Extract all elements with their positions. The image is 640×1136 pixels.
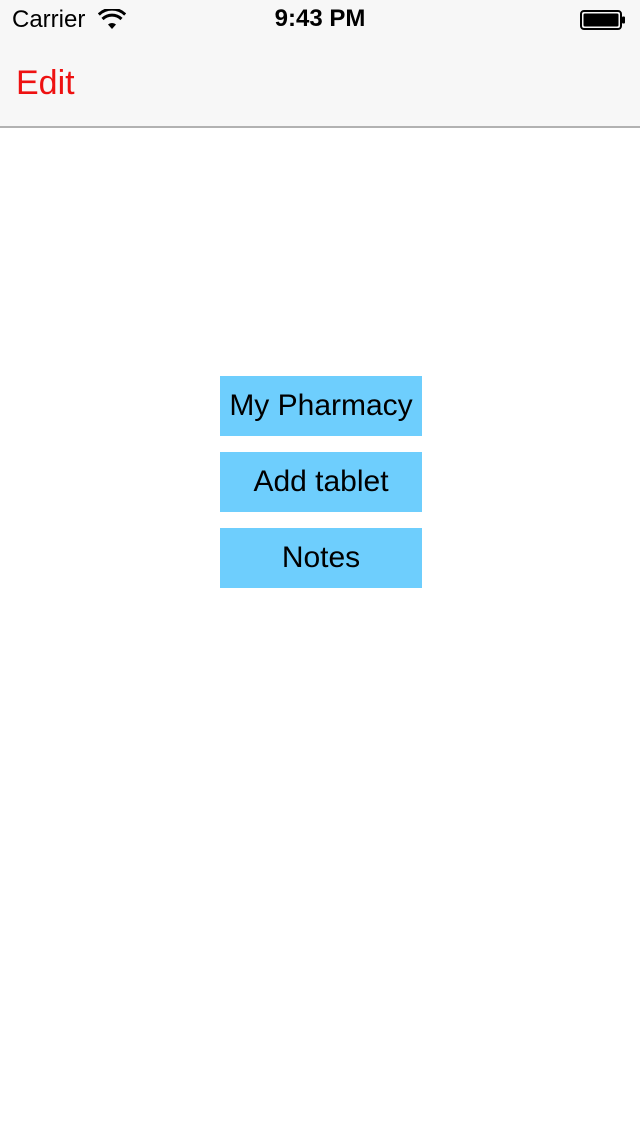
battery-icon — [580, 10, 625, 30]
app-screen: Carrier 9:43 PM Edit My Pharmacy Add tab… — [0, 0, 640, 1136]
notes-button[interactable]: Notes — [220, 528, 422, 588]
add-tablet-button[interactable]: Add tablet — [220, 452, 422, 512]
menu-buttons: My Pharmacy Add tablet Notes — [220, 376, 422, 604]
edit-button[interactable]: Edit — [16, 63, 75, 103]
navigation-bar: Edit — [0, 40, 640, 126]
status-time: 9:43 PM — [274, 5, 366, 32]
status-bar: Carrier 9:43 PM — [0, 0, 640, 40]
my-pharmacy-button[interactable]: My Pharmacy — [220, 376, 422, 436]
top-bar: Carrier 9:43 PM Edit — [0, 0, 640, 128]
